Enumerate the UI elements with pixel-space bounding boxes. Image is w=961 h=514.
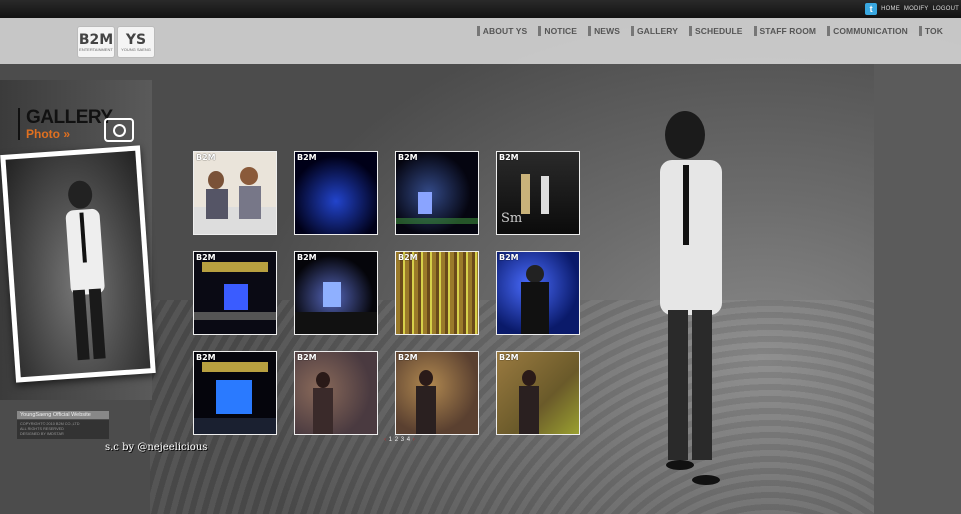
nav-tok[interactable]: TOK: [918, 26, 943, 36]
photo-thumbnail[interactable]: B2M: [395, 151, 479, 235]
prev-page-button[interactable]: ‹: [384, 437, 386, 443]
thumbnail-scene: [194, 167, 276, 234]
photo-thumbnail[interactable]: B2M: [496, 351, 580, 435]
thumbnail-watermark: B2M: [297, 153, 317, 162]
thumbnail-watermark: B2M: [196, 253, 216, 262]
ys-logo[interactable]: YS YOUNG SAENG: [117, 26, 155, 58]
thumbnail-watermark: B2M: [398, 153, 418, 162]
profile-photo: [0, 145, 156, 383]
b2m-logo-sub: ENTERTAINMENT: [79, 46, 113, 52]
page-link-2[interactable]: 2: [395, 437, 398, 443]
gallery-title: GALLERY: [26, 107, 113, 128]
thumbnail-watermark: B2M: [196, 153, 216, 162]
thumbnail-watermark: B2M: [297, 353, 317, 362]
site-footer: YoungSaeng Official Website COPYRIGHT© 2…: [17, 411, 109, 439]
thumbnail-watermark: B2M: [297, 253, 317, 262]
logout-link[interactable]: LOGOUT: [932, 6, 959, 12]
photo-thumbnail[interactable]: B2M: [395, 351, 479, 435]
b2m-logo-text: B2M: [78, 31, 114, 48]
footer-site-name: YoungSaeng Official Website: [17, 411, 109, 419]
photo-thumbnail[interactable]: Sm B2M: [496, 151, 580, 235]
thumbnail-scene: [521, 265, 549, 334]
thumbnail-scene: [396, 192, 478, 224]
right-edge-panel: [874, 64, 961, 514]
footer-copyright-block: COPYRIGHT© 2010 B2M CO.,LTD ALL RIGHTS R…: [17, 420, 109, 439]
site-logo[interactable]: B2M ENTERTAINMENT YS YOUNG SAENG: [77, 26, 155, 58]
photo-thumbnail[interactable]: B2M: [294, 351, 378, 435]
footer-designed: DESIGNED BY IMDSTAR: [20, 432, 64, 436]
featured-figure-illustration: [660, 111, 722, 485]
thumbnail-scene: [416, 370, 436, 434]
thumbnail-watermark: B2M: [499, 253, 519, 262]
gallery-subtitle[interactable]: Photo »: [26, 128, 113, 140]
thumbnail-scene: [194, 362, 276, 434]
photo-thumbnail[interactable]: B2M: [294, 151, 378, 235]
main-nav: ABOUT YS NOTICE NEWS GALLERY SCHEDULE ST…: [476, 26, 943, 36]
modify-link[interactable]: MODIFY: [904, 6, 929, 12]
thumbnail-watermark: B2M: [499, 353, 519, 362]
nav-staff-room[interactable]: STAFF ROOM: [753, 26, 817, 36]
thumbnail-watermark: B2M: [398, 353, 418, 362]
nav-communication[interactable]: COMMUNICATION: [827, 26, 908, 36]
photo-thumbnail[interactable]: B2M: [496, 251, 580, 335]
thumbnail-watermark: B2M: [196, 353, 216, 362]
next-page-button[interactable]: ›: [413, 437, 415, 443]
nav-about-ys[interactable]: ABOUT YS: [476, 26, 528, 36]
page-link-3[interactable]: 3: [401, 437, 404, 443]
b2m-logo[interactable]: B2M ENTERTAINMENT: [77, 26, 115, 58]
photo-thumbnail[interactable]: B2M: [193, 251, 277, 335]
ys-logo-sub: YOUNG SAENG: [121, 46, 151, 52]
site-header: B2M ENTERTAINMENT YS YOUNG SAENG ABOUT Y…: [0, 18, 961, 64]
nav-schedule[interactable]: SCHEDULE: [688, 26, 743, 36]
photo-thumbnail[interactable]: B2M: [294, 251, 378, 335]
photo-thumbnail[interactable]: B2M: [193, 351, 277, 435]
thumbnail-scene: [313, 372, 333, 434]
page-link-4[interactable]: 4: [407, 437, 410, 443]
nav-gallery[interactable]: GALLERY: [630, 26, 678, 36]
top-utility-bar: t HOME MODIFY LOGOUT: [0, 0, 961, 19]
gallery-heading: GALLERY Photo »: [18, 108, 113, 140]
photo-thumbnail[interactable]: B2M: [193, 151, 277, 235]
thumbnail-scene: [519, 370, 539, 434]
page-background: t HOME MODIFY LOGOUT B2M ENTERTAINMENT Y…: [0, 0, 961, 514]
gallery-pagination: ‹ 1 2 3 4 ›: [384, 437, 416, 443]
thumbnail-scene: [295, 282, 377, 334]
photo-thumbnail[interactable]: B2M: [395, 251, 479, 335]
nav-news[interactable]: NEWS: [588, 26, 620, 36]
photo-grid: B2M B2M B2M Sm B2M B2M B2M B2M B2M B2M B…: [193, 151, 580, 435]
thumbnail-scene: [194, 262, 276, 320]
profile-figure-illustration: [65, 180, 106, 361]
thumbnail-watermark: B2M: [499, 153, 519, 162]
thumbnail-watermark: B2M: [398, 253, 418, 262]
twitter-icon[interactable]: t: [865, 3, 878, 15]
left-sidebar: GALLERY Photo » YoungSaeng Official Webs…: [0, 80, 156, 460]
nav-notice[interactable]: NOTICE: [538, 26, 577, 36]
utility-links: t HOME MODIFY LOGOUT: [865, 3, 959, 15]
svg-text:Sm: Sm: [501, 211, 522, 226]
screencap-credit: s.c by @nejeelicious: [105, 442, 208, 453]
page-link-1[interactable]: 1: [389, 437, 392, 443]
thumbnail-scene: Sm: [501, 174, 549, 226]
ys-logo-text: YS: [125, 31, 147, 48]
camera-icon: [104, 118, 134, 142]
home-link[interactable]: HOME: [881, 6, 900, 12]
